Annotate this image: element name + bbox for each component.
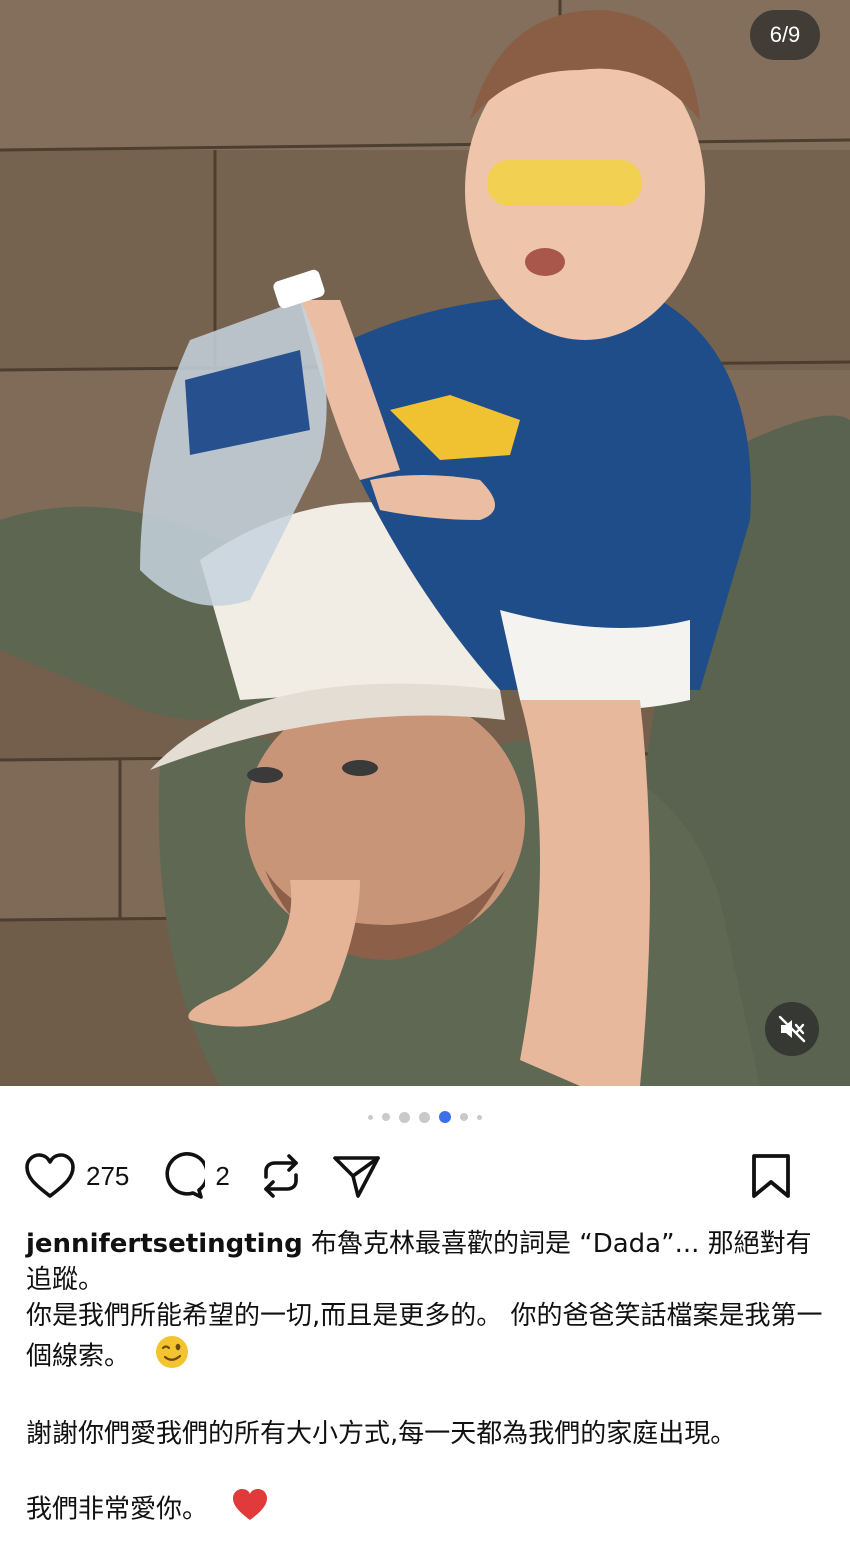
caption-text: 你是我們所能希望的一切,而且是更多的。 你的爸爸笑話檔案是我第一個線索。 bbox=[26, 1301, 823, 1372]
mute-button[interactable] bbox=[765, 1002, 819, 1056]
post-photo[interactable]: 6/9 bbox=[0, 0, 850, 1086]
share-button[interactable] bbox=[332, 1152, 382, 1200]
caption-text: 我們非常愛你。 bbox=[26, 1494, 209, 1525]
carousel-dot bbox=[399, 1111, 410, 1123]
comment-icon bbox=[165, 1152, 206, 1199]
caption-paragraph: 你是我們所能希望的一切,而且是更多的。 你的爸爸笑話檔案是我第一個線索。 bbox=[26, 1298, 826, 1380]
red-heart-emoji-icon bbox=[232, 1488, 268, 1532]
save-button[interactable] bbox=[750, 1153, 792, 1199]
post-caption: jennifertsetingting 布魯克林最喜歡的詞是 “Dada”...… bbox=[26, 1226, 826, 1532]
caption-text: 謝謝你們愛我們的所有大小方式,每一天都為我們的家庭出現。 bbox=[26, 1419, 737, 1449]
carousel-dot bbox=[460, 1113, 468, 1121]
carousel-dot bbox=[477, 1114, 482, 1120]
like-count: 275 bbox=[86, 1160, 130, 1191]
caption-username[interactable]: jennifertsetingting bbox=[26, 1229, 303, 1259]
caption-paragraph: 我們非常愛你。 bbox=[26, 1488, 826, 1532]
heart-icon bbox=[25, 1153, 75, 1198]
comment-button[interactable]: 2 bbox=[157, 1152, 230, 1200]
caption-paragraph: 謝謝你們愛我們的所有大小方式,每一天都為我們的家庭出現。 bbox=[26, 1416, 826, 1452]
slide-counter: 6/9 bbox=[750, 10, 820, 60]
carousel-dot bbox=[382, 1113, 390, 1121]
send-icon bbox=[333, 1156, 380, 1198]
carousel-dot bbox=[368, 1114, 373, 1120]
action-bar: 275 2 bbox=[24, 1150, 820, 1202]
repost-icon bbox=[264, 1154, 298, 1198]
photo-illustration bbox=[0, 0, 850, 1086]
carousel-dot bbox=[419, 1111, 430, 1123]
repost-button[interactable] bbox=[258, 1151, 304, 1201]
carousel-dot-active bbox=[439, 1111, 451, 1123]
bookmark-icon bbox=[752, 1154, 790, 1198]
speaker-muted-icon bbox=[778, 1015, 806, 1043]
carousel-indicator bbox=[0, 1111, 850, 1123]
caption-paragraph: jennifertsetingting 布魯克林最喜歡的詞是 “Dada”...… bbox=[26, 1226, 826, 1298]
comment-count: 2 bbox=[215, 1160, 230, 1191]
like-button[interactable]: 275 bbox=[24, 1153, 129, 1199]
wink-emoji-icon bbox=[154, 1334, 190, 1380]
